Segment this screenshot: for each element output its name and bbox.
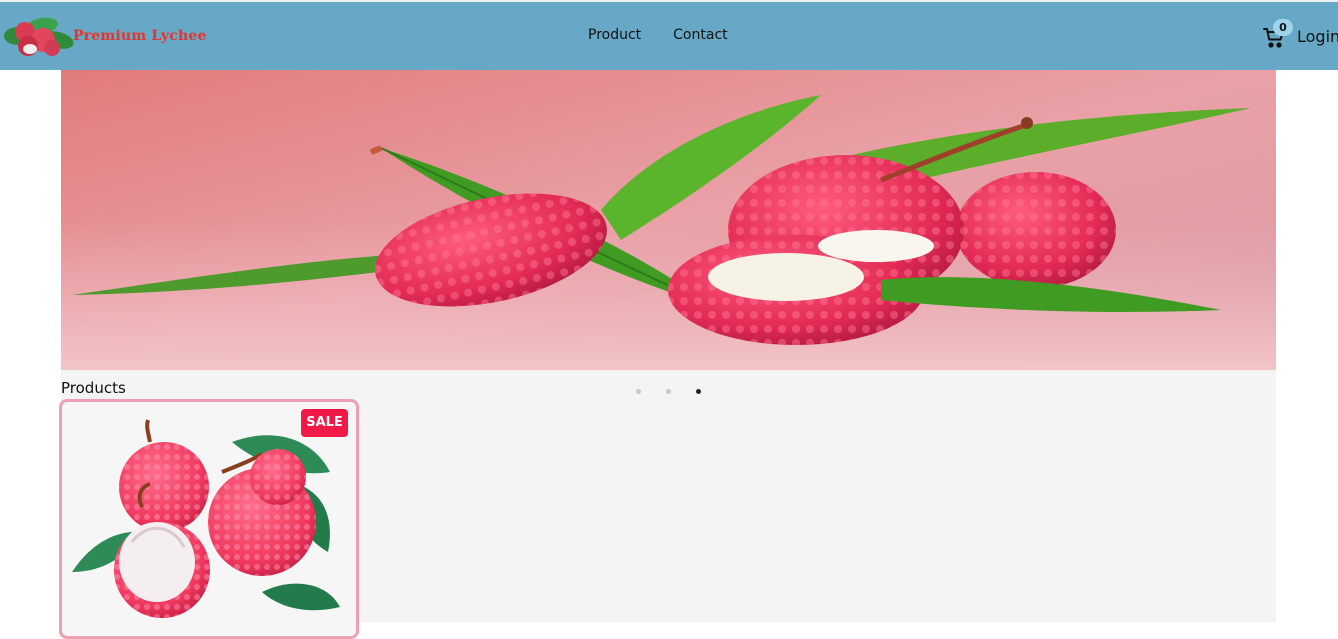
hero-carousel[interactable]: [61, 70, 1276, 370]
main-nav: Product Contact: [588, 27, 728, 43]
lychee-product-image: [72, 419, 340, 618]
sale-badge: SALE: [301, 409, 348, 437]
carousel-indicators: [636, 389, 701, 394]
navbar: Premium Lychee Product Contact 0 Login: [0, 0, 1338, 70]
nav-contact[interactable]: Contact: [673, 27, 727, 43]
hero-lychee-image: [61, 70, 1276, 370]
products-heading: Products: [61, 379, 126, 397]
cart-count-badge: 0: [1273, 19, 1293, 36]
carousel-dot-active[interactable]: [696, 389, 701, 394]
login-link[interactable]: Login: [1297, 27, 1338, 46]
nav-product[interactable]: Product: [588, 27, 641, 43]
brand-name: Premium Lychee: [73, 28, 207, 44]
carousel-dot[interactable]: [666, 389, 671, 394]
carousel-dot[interactable]: [636, 389, 641, 394]
